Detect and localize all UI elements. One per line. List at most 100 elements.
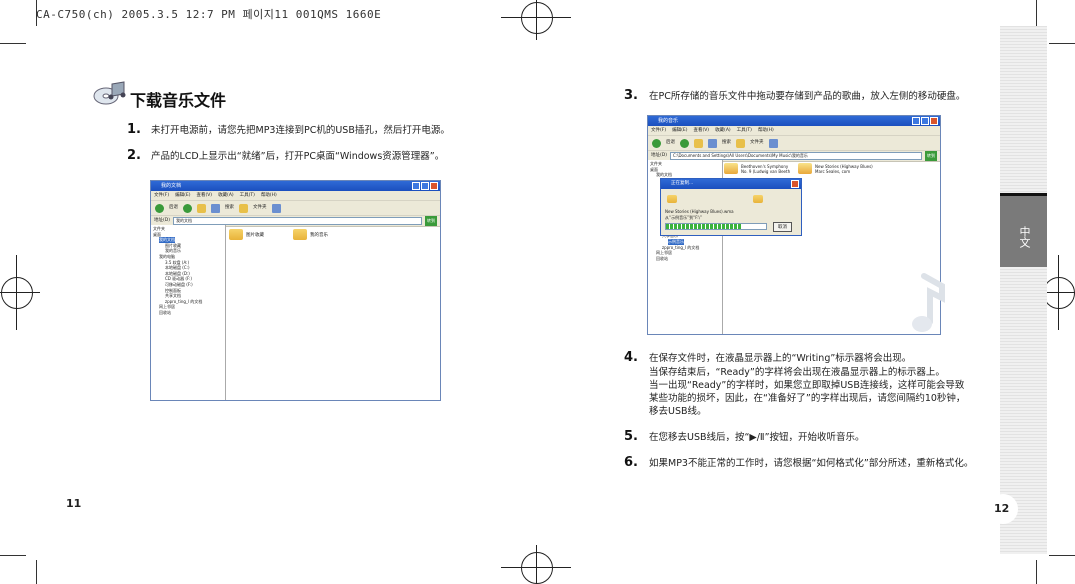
menu-item[interactable]: 收藏(A) xyxy=(715,126,731,135)
cancel-button[interactable]: 取消 xyxy=(773,222,792,232)
close-button[interactable] xyxy=(930,117,938,125)
registration-mark xyxy=(521,2,553,34)
close-button[interactable] xyxy=(791,180,799,188)
menu-item[interactable]: 收藏(A) xyxy=(218,191,234,200)
music-note-icon xyxy=(912,273,945,332)
back-label: 后退 xyxy=(169,205,178,210)
page-number: 11 xyxy=(66,497,82,510)
back-icon[interactable] xyxy=(155,203,164,213)
address-input[interactable]: 我的文档 xyxy=(172,217,422,225)
file-item[interactable]: Beethoven's Symphony No. 9 (Ludwig van B… xyxy=(724,163,794,174)
maximize-button[interactable] xyxy=(921,117,929,125)
menu-item[interactable]: 帮助(H) xyxy=(261,191,277,200)
menu-item[interactable]: 编辑(E) xyxy=(175,191,190,200)
folder-icon xyxy=(293,229,307,240)
step-text: 某些功能的损坏，因此，在“准备好了”的字样出现后，请您间隔约10秒钟， xyxy=(649,393,966,404)
menu-bar: 文件(F) 编辑(E) 查看(V) 收藏(A) 工具(T) 帮助(H) xyxy=(648,126,940,136)
menu-item[interactable]: 编辑(E) xyxy=(672,126,687,135)
forward-icon[interactable] xyxy=(183,203,192,213)
go-button[interactable]: 转到 xyxy=(925,151,937,161)
tree-item[interactable]: 回收站 xyxy=(153,310,223,316)
registration-mark xyxy=(1043,277,1075,309)
folder-item[interactable]: 我的音乐 xyxy=(293,229,328,240)
step-number: 5. xyxy=(624,429,638,444)
folder-tree: 文件夹 桌面 我的文档 图片收藏 我的音乐 我的电脑 3.5 软盘 (A:) 本… xyxy=(151,225,226,400)
crop-mark xyxy=(1036,560,1037,584)
print-header: CA-C750(ch) 2005.3.5 12:7 PM 페이지11 001QM… xyxy=(36,8,382,21)
menu-item[interactable]: 工具(T) xyxy=(737,126,752,135)
menu-item[interactable]: 文件(F) xyxy=(651,126,666,135)
crop-mark xyxy=(0,43,26,44)
maximize-button[interactable] xyxy=(421,182,429,190)
step-number: 2. xyxy=(127,148,141,163)
window-titlebar: 我的文档 xyxy=(151,181,440,191)
explorer-window: 我的音乐 文件(F) 编辑(E) 查看(V) 收藏(A) 工具(T) 帮助(H)… xyxy=(647,115,941,335)
menu-bar: 文件(F) 编辑(E) 查看(V) 收藏(A) 工具(T) 帮助(H) xyxy=(151,191,440,201)
go-button[interactable]: 转到 xyxy=(425,216,437,226)
step-text: 产品的LCD上显示出“就绪”后，打开PC桌面“Windows资源管理器”。 xyxy=(151,151,445,162)
crop-mark xyxy=(36,560,37,584)
step-text: 移去USB线。 xyxy=(649,406,707,417)
step-text: 当一出现“Ready”的字样时，如果您立即取掉USB连接线，这样可能会导致 xyxy=(649,380,965,391)
crop-mark xyxy=(0,555,26,556)
crop-mark xyxy=(1049,555,1075,556)
music-file-icon xyxy=(798,163,812,174)
window-titlebar: 我的音乐 xyxy=(648,116,940,126)
minimize-button[interactable] xyxy=(912,117,920,125)
registration-mark-h xyxy=(0,292,40,293)
forward-icon[interactable] xyxy=(680,138,689,148)
search-label: 搜索 xyxy=(722,140,731,145)
step-number: 3. xyxy=(624,88,638,103)
menu-item[interactable]: 查看(V) xyxy=(693,126,709,135)
crop-mark xyxy=(36,0,37,26)
copy-progress xyxy=(665,223,767,230)
file-item[interactable]: New Stories (Highway Blues) Marc Seales,… xyxy=(798,163,874,174)
step-number: 4. xyxy=(624,350,638,365)
toolbar: 后退 搜索 文件夹 xyxy=(151,201,440,216)
window-title: 我的音乐 xyxy=(658,118,679,124)
up-folder-icon[interactable] xyxy=(197,203,206,213)
folder-item[interactable]: 图片收藏 xyxy=(229,229,264,240)
section-title: 下载音乐文件 xyxy=(130,91,227,110)
views-icon[interactable] xyxy=(768,138,778,148)
language-label: 中文 xyxy=(1018,226,1031,248)
music-file-icon xyxy=(724,163,738,174)
address-input[interactable]: C:\Documents and Settings\All Users\Docu… xyxy=(669,152,922,160)
side-tab xyxy=(1000,26,1047,554)
back-label: 后退 xyxy=(666,140,675,145)
page-number: 12 xyxy=(994,502,1010,515)
copy-dialog: 正在复制... New Stories (Highway Blues).wma … xyxy=(660,178,802,236)
menu-item[interactable]: 工具(T) xyxy=(240,191,255,200)
tree-item[interactable]: 回收站 xyxy=(650,256,720,262)
back-icon[interactable] xyxy=(652,138,661,148)
folders-icon[interactable] xyxy=(239,203,248,213)
toolbar: 后退 搜索 文件夹 xyxy=(648,136,940,151)
folders-icon[interactable] xyxy=(736,138,745,148)
progress-fill xyxy=(666,224,741,229)
step-text: 在PC所存储的音乐文件中拖动要存储到产品的歌曲，放入左侧的移动硬盘。 xyxy=(649,91,966,102)
folder-icon xyxy=(229,229,243,240)
search-icon[interactable] xyxy=(708,138,717,148)
step-number: 6. xyxy=(624,455,638,470)
menu-item[interactable]: 文件(F) xyxy=(154,191,169,200)
step-number: 1. xyxy=(127,122,141,137)
folder-icon xyxy=(753,195,763,203)
folders-label: 文件夹 xyxy=(253,205,267,210)
registration-mark-v xyxy=(16,255,17,330)
menu-item[interactable]: 帮助(H) xyxy=(758,126,774,135)
views-icon[interactable] xyxy=(271,203,281,213)
step-text: 在您移去USB线后，按“▶/Ⅱ”按钮，开始收听音乐。 xyxy=(649,432,865,443)
close-button[interactable] xyxy=(430,182,438,190)
folder-icon xyxy=(667,195,677,203)
registration-mark-v xyxy=(536,545,537,584)
dialog-file: New Stories (Highway Blues).wma xyxy=(665,209,734,214)
up-folder-icon[interactable] xyxy=(694,138,703,148)
step-text: 在保存文件时，在液晶显示器上的“Writing”标示器将会出现。 xyxy=(649,353,912,364)
search-label: 搜索 xyxy=(225,205,234,210)
step-text: 未打开电源前，请您先把MP3连接到PC机的USB插孔，然后打开电源。 xyxy=(151,125,450,136)
minimize-button[interactable] xyxy=(412,182,420,190)
search-icon[interactable] xyxy=(211,203,220,213)
step-text: 如果MP3不能正常的工作时，请您根据“如何格式化”部分所述，重新格式化。 xyxy=(649,458,974,469)
menu-item[interactable]: 查看(V) xyxy=(196,191,212,200)
registration-mark xyxy=(1,277,33,309)
